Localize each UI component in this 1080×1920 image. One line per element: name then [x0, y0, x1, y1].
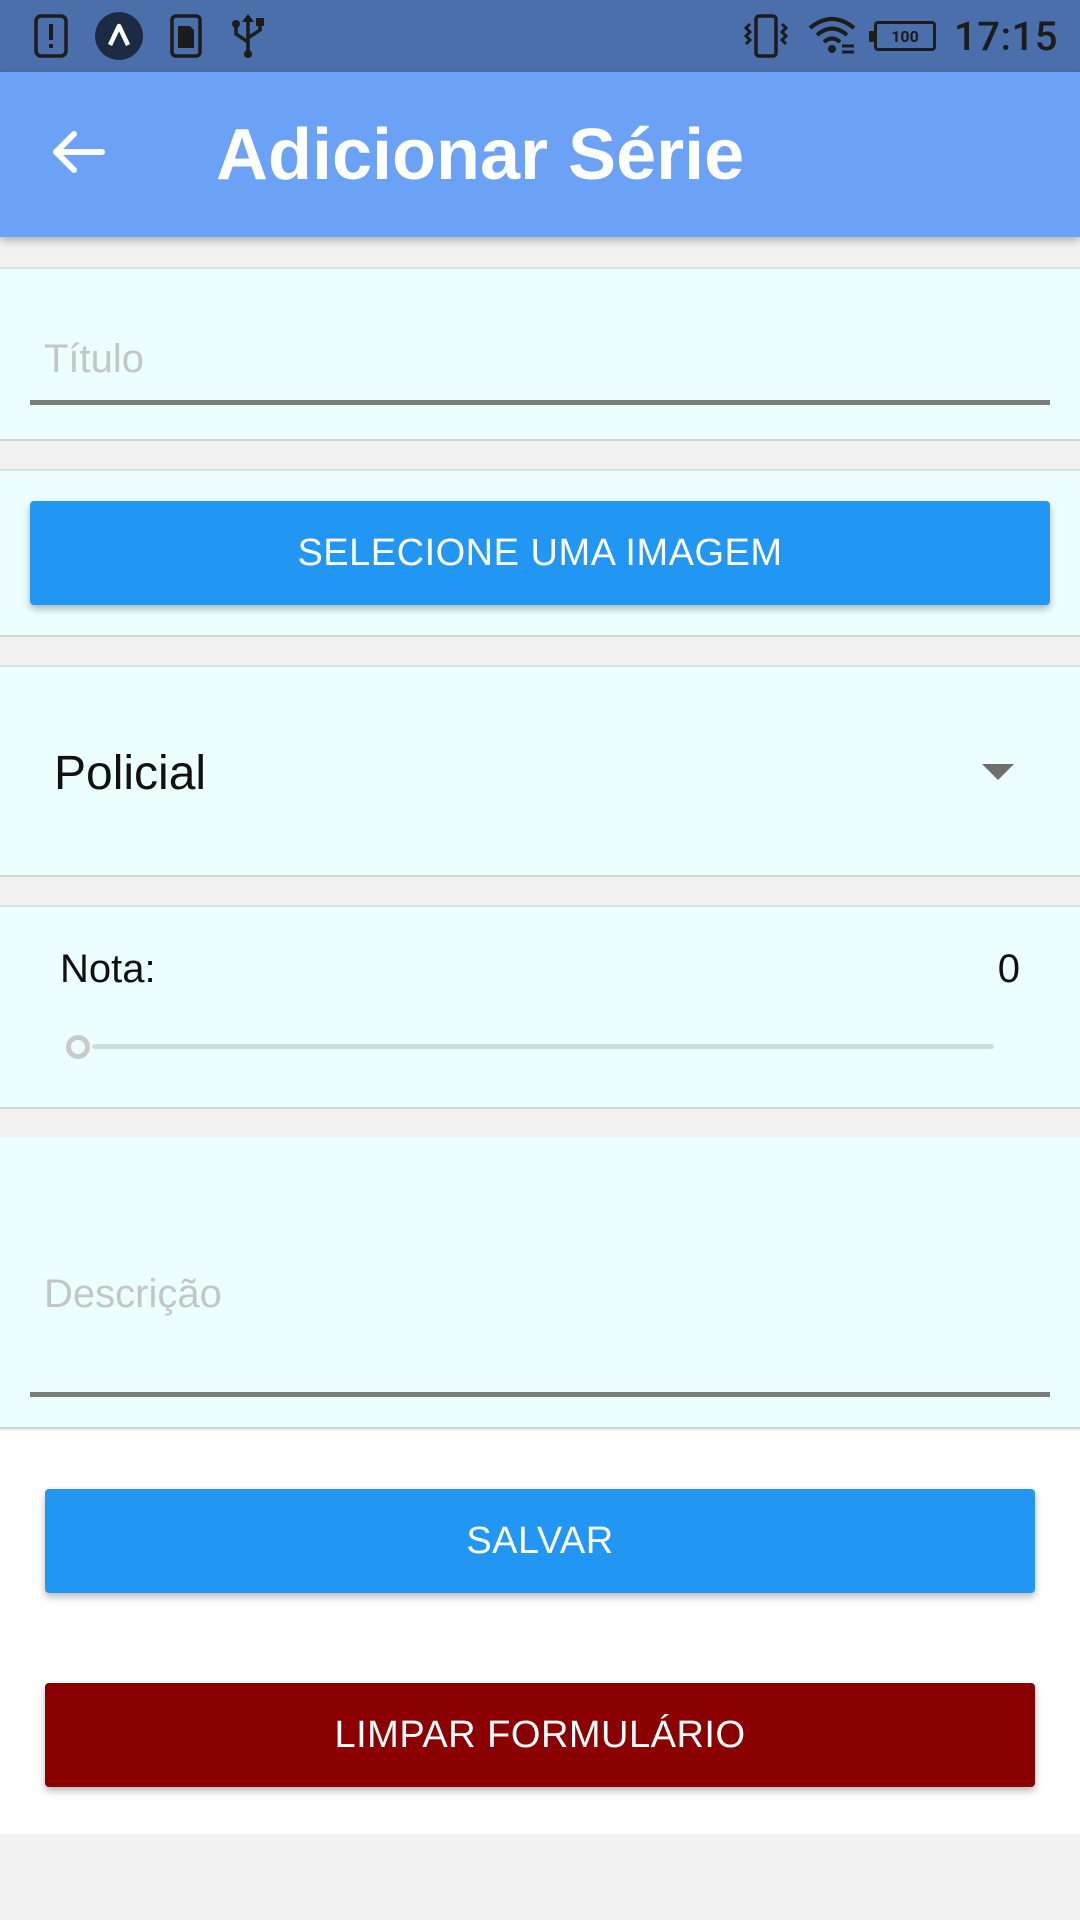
- back-button[interactable]: [40, 122, 116, 182]
- slider-thumb[interactable]: [66, 1035, 90, 1059]
- rating-label: Nota:: [60, 947, 156, 991]
- caret-down-icon: [982, 764, 1014, 780]
- vibrate-icon: [742, 14, 790, 58]
- battery-icon: 100: [869, 21, 937, 51]
- title-input[interactable]: [30, 309, 1050, 405]
- status-bar: 100 17:15: [0, 0, 1080, 72]
- genre-selected-value: Policial: [54, 746, 207, 800]
- save-button[interactable]: SALVAR: [45, 1489, 1035, 1593]
- clear-form-button[interactable]: LIMPAR FORMULÁRIO: [45, 1683, 1035, 1787]
- status-time: 17:15: [954, 12, 1058, 60]
- genre-card: Policial: [0, 665, 1080, 877]
- battery-level: 100: [891, 26, 919, 46]
- page-title: Adicionar Série: [216, 115, 745, 195]
- description-input[interactable]: [30, 1197, 1050, 1397]
- wifi-icon: [808, 16, 856, 56]
- image-card: SELECIONE UMA IMAGEM: [0, 469, 1080, 637]
- rating-card: Nota: 0: [0, 905, 1080, 1109]
- arrow-left-icon: [53, 131, 105, 173]
- usb-icon: [228, 12, 268, 60]
- action-area: SALVAR LIMPAR FORMULÁRIO: [0, 1431, 1080, 1834]
- a-app-icon: [94, 11, 144, 61]
- select-image-button[interactable]: SELECIONE UMA IMAGEM: [30, 501, 1050, 605]
- slider-track: [92, 1044, 994, 1049]
- rating-slider[interactable]: [62, 1031, 1004, 1061]
- app-bar: Adicionar Série: [0, 72, 1080, 237]
- rating-value: 0: [997, 947, 1020, 991]
- title-card: [0, 267, 1080, 441]
- sd-card-icon: [170, 14, 202, 58]
- description-card: [0, 1137, 1080, 1429]
- genre-dropdown[interactable]: Policial: [54, 737, 1014, 809]
- alert-icon: [34, 14, 68, 58]
